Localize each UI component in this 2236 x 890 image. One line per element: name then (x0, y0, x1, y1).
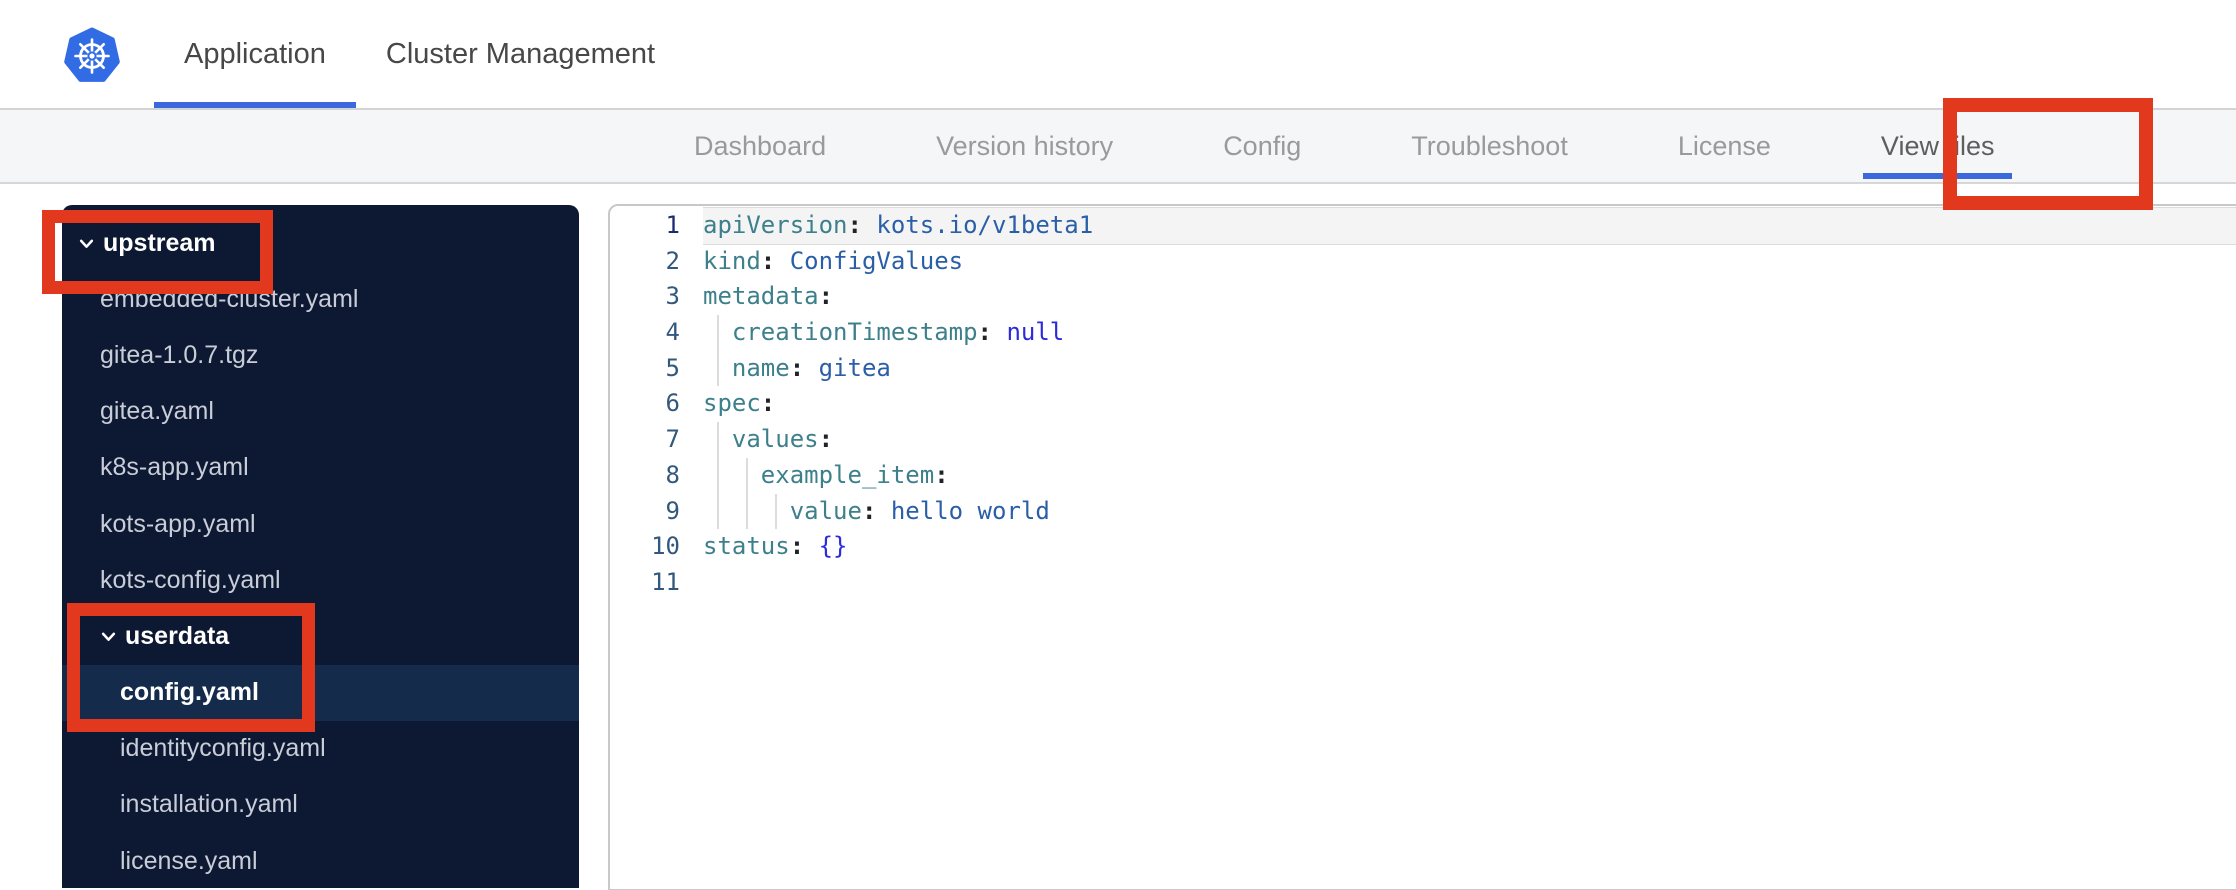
top-nav-bar: Application Cluster Management (0, 0, 2236, 110)
code-line: 9 value: hello world (610, 493, 2236, 530)
tree-file-identityconfig[interactable]: identityconfig.yaml (62, 721, 579, 777)
line-number: 4 (665, 318, 680, 347)
tree-folder-userdata[interactable]: userdata (62, 608, 579, 664)
code-line: 1 apiVersion: kots.io/v1beta1 (610, 208, 2236, 244)
tree-folder-label: userdata (125, 621, 230, 650)
subnav-item-config[interactable]: Config (1205, 110, 1319, 182)
line-number: 8 (665, 460, 680, 489)
subnav-item-license[interactable]: License (1660, 110, 1789, 182)
subnav-item-version-history[interactable]: Version history (918, 110, 1131, 182)
tree-folder-label: upstream (103, 228, 216, 257)
line-number: 5 (665, 353, 680, 382)
line-number: 3 (665, 282, 680, 311)
line-number: 10 (651, 532, 680, 561)
code-line: 11 (610, 565, 2236, 601)
tab-application[interactable]: Application (154, 0, 356, 108)
top-tabs: Application Cluster Management (154, 0, 685, 108)
code-line: 8 example_item: (610, 457, 2236, 494)
code-editor[interactable]: 1 apiVersion: kots.io/v1beta1 2 kind: Confi… (608, 204, 2236, 890)
code-line: 4 creationTimestamp: null (610, 315, 2236, 351)
subnav-item-view-files[interactable]: View files (1862, 110, 2013, 182)
subnav-item-troubleshoot[interactable]: Troubleshoot (1393, 110, 1586, 182)
line-number: 9 (665, 496, 680, 525)
tree-file-config-selected[interactable]: config.yaml (62, 664, 579, 721)
tree-file-license[interactable]: license.yaml (62, 833, 579, 888)
tree-file-installation[interactable]: installation.yaml (62, 777, 579, 833)
tree-folder-upstream[interactable]: upstream (62, 215, 579, 271)
line-number: 1 (665, 211, 680, 239)
line-number: 2 (665, 246, 680, 275)
line-number: 7 (665, 425, 680, 454)
tree-file-embedded-cluster[interactable]: embedded-cluster.yaml (62, 271, 579, 327)
tree-file-gitea-yaml[interactable]: gitea.yaml (62, 384, 579, 440)
code-line: 5 name: gitea (610, 350, 2236, 387)
line-number: 6 (665, 389, 680, 418)
chevron-down-icon[interactable] (100, 628, 117, 645)
tree-file-kots-config[interactable]: kots-config.yaml (62, 552, 579, 608)
tree-file-gitea-tgz[interactable]: gitea-1.0.7.tgz (62, 327, 579, 383)
view-files-page: upstream embedded-cluster.yaml gitea-1.0… (0, 184, 2236, 890)
tree-file-kots-app[interactable]: kots-app.yaml (62, 496, 579, 552)
code-line: 10 status: {} (610, 529, 2236, 565)
code-line: 3 metadata: (610, 279, 2236, 315)
code-line: 2 kind: ConfigValues (610, 244, 2236, 280)
code-line: 7 values: (610, 422, 2236, 458)
tree-file-k8s-app[interactable]: k8s-app.yaml (62, 440, 579, 496)
chevron-down-icon[interactable] (78, 235, 95, 252)
app-subnav: Dashboard Version history Config Trouble… (0, 110, 2236, 184)
line-number: 11 (651, 567, 680, 596)
file-tree: upstream embedded-cluster.yaml gitea-1.0… (62, 205, 579, 888)
tab-cluster-management[interactable]: Cluster Management (356, 0, 685, 108)
code-line: 6 spec: (610, 386, 2236, 422)
subnav-item-dashboard[interactable]: Dashboard (676, 110, 844, 182)
kubernetes-logo (63, 26, 121, 84)
